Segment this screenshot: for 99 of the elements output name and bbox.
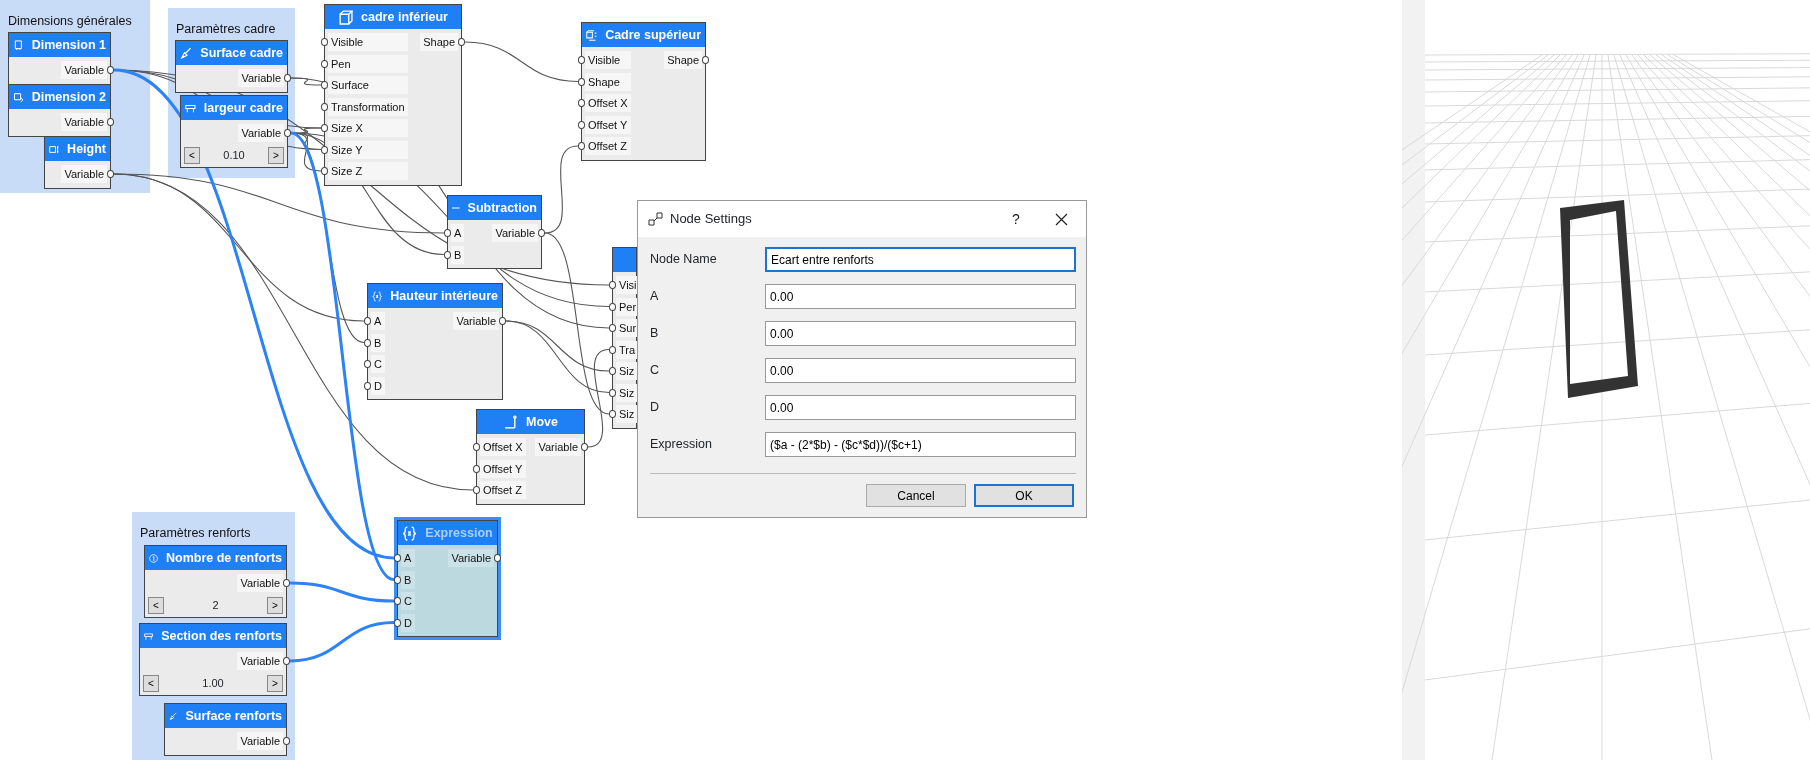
input-port[interactable] <box>609 281 616 289</box>
input-port[interactable] <box>321 59 328 68</box>
input-port[interactable] <box>578 99 585 107</box>
input-port[interactable] <box>321 167 328 175</box>
input-port[interactable] <box>609 345 616 354</box>
input-port[interactable] <box>321 81 328 89</box>
node-title: Height <box>67 140 106 158</box>
input-port[interactable] <box>578 77 585 86</box>
node-title: Cadre supérieur <box>605 26 701 44</box>
brush-icon <box>180 45 193 61</box>
dialog-title: Node Settings <box>670 210 752 229</box>
node-title: Move <box>526 413 558 431</box>
box-arrow-icon <box>586 27 598 43</box>
dialog-button[interactable]: OK <box>974 484 1074 507</box>
output-port[interactable] <box>107 170 114 178</box>
input-field[interactable]: 0.00 <box>765 284 1076 309</box>
input-field[interactable]: 0.00 <box>765 321 1076 346</box>
input-port[interactable] <box>394 554 401 562</box>
cube-icon <box>338 9 354 25</box>
field-label: A <box>650 288 660 306</box>
node-title: cadre inférieur <box>361 8 448 26</box>
input-port[interactable] <box>578 120 585 129</box>
node-title: Nombre de renforts <box>166 549 282 567</box>
output-port[interactable] <box>283 657 290 665</box>
output-port[interactable] <box>581 443 588 451</box>
input-port[interactable] <box>473 443 480 451</box>
output-port[interactable] <box>284 129 291 137</box>
braces-icon <box>402 525 418 541</box>
field-label: Expression <box>650 436 713 454</box>
output-port[interactable] <box>107 118 114 126</box>
field-label: Node Name <box>650 251 718 269</box>
input-port[interactable] <box>321 102 328 111</box>
input-port[interactable] <box>364 338 371 347</box>
output-port[interactable] <box>107 66 114 74</box>
group-title: Paramètres renforts <box>140 526 251 540</box>
input-field[interactable]: ($a - (2*$b) - ($c*$d))/($c+1) <box>765 432 1076 457</box>
input-port[interactable] <box>473 464 480 473</box>
dialog-button[interactable]: Cancel <box>866 484 966 507</box>
output-port[interactable] <box>283 737 290 745</box>
close-icon[interactable] <box>1055 212 1068 226</box>
stepper-value: 0.10 <box>223 147 245 163</box>
output-port[interactable] <box>494 554 501 562</box>
node-title: Surface cadre <box>200 44 283 62</box>
move-icon <box>503 414 518 430</box>
braces-icon <box>372 288 383 304</box>
input-port[interactable] <box>394 575 401 584</box>
input-port[interactable] <box>321 145 328 154</box>
output-port[interactable] <box>283 579 290 587</box>
node-title: Surface renforts <box>185 707 282 725</box>
minus-icon <box>452 207 460 209</box>
input-port[interactable] <box>578 56 585 64</box>
input-port[interactable] <box>473 486 480 494</box>
input-port[interactable] <box>609 388 616 397</box>
input-port[interactable] <box>609 410 616 418</box>
input-port[interactable] <box>321 124 328 132</box>
node-title: Subtraction <box>467 199 537 217</box>
node-title: largeur cadre <box>203 99 283 117</box>
input-field[interactable]: Ecart entre renforts <box>765 247 1076 272</box>
input-port[interactable] <box>364 317 371 325</box>
decrement-button[interactable]: < <box>143 674 159 692</box>
stepper-value: 2 <box>212 597 219 613</box>
node-title: Hauteur intérieure <box>390 287 498 305</box>
input-port[interactable] <box>578 142 585 150</box>
input-port[interactable] <box>364 360 371 368</box>
input-field[interactable]: 0.00 <box>765 358 1076 383</box>
field-label: B <box>650 325 660 343</box>
group-title: Paramètres cadre <box>176 22 276 36</box>
output-port[interactable] <box>499 317 506 325</box>
increment-button[interactable]: > <box>267 674 283 692</box>
output-port[interactable] <box>538 229 545 237</box>
input-port[interactable] <box>609 302 616 311</box>
field-label: C <box>650 362 661 380</box>
input-field[interactable]: 0.00 <box>765 395 1076 420</box>
decrement-button[interactable]: < <box>148 596 164 614</box>
input-port[interactable] <box>609 367 616 375</box>
node-header <box>613 248 636 272</box>
node-title: Expression <box>425 524 493 542</box>
increment-button[interactable]: > <box>268 146 284 164</box>
increment-button[interactable]: > <box>267 596 283 614</box>
output-port[interactable] <box>458 38 465 46</box>
input-port[interactable] <box>364 381 371 390</box>
output-port[interactable] <box>284 74 291 82</box>
stepper-value: 1.00 <box>202 675 224 691</box>
input-port[interactable] <box>394 597 401 605</box>
input-port[interactable] <box>444 229 451 237</box>
input-port[interactable] <box>394 618 401 627</box>
input-port[interactable] <box>609 324 616 332</box>
field-label: D <box>650 399 661 417</box>
output-port[interactable] <box>702 56 709 64</box>
node-title: Dimension 1 <box>31 36 106 54</box>
node-title: Section des renforts <box>161 627 282 645</box>
node-icon <box>648 212 664 226</box>
group-title: Dimensions générales <box>8 14 132 28</box>
node-title: Dimension 2 <box>31 88 106 106</box>
decrement-button[interactable]: < <box>184 146 200 164</box>
input-port[interactable] <box>321 38 328 46</box>
input-port[interactable] <box>444 250 451 259</box>
device-icon <box>13 37 24 53</box>
help-button[interactable]: ? <box>1001 208 1031 230</box>
